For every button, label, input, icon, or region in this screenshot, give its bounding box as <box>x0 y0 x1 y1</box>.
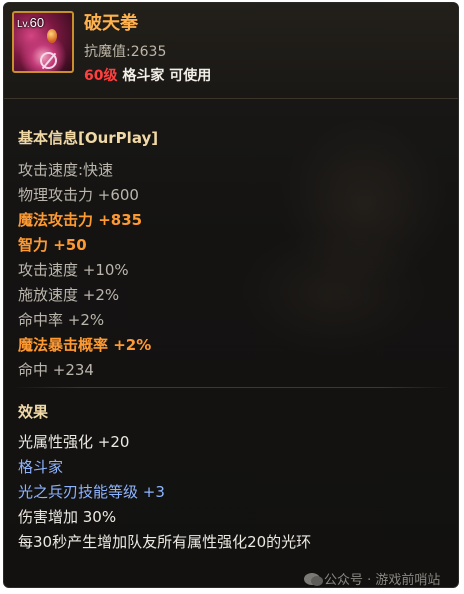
item-header: Lv.60 破天拳 抗魔值:2635 60级 格斗家 可使用 <box>4 3 458 99</box>
stat-line: 命中率 +2% <box>18 311 105 329</box>
effect-line: 每30秒产生增加队友所有属性强化20的光环 <box>18 533 312 551</box>
section-divider <box>14 387 450 388</box>
basic-info-title: 基本信息[OurPlay] <box>18 129 159 147</box>
stat-line: 攻击速度:快速 <box>18 161 114 179</box>
effect-line-skill: 光之兵刃技能等级 +3 <box>18 483 165 501</box>
effect-line-class: 格斗家 <box>18 458 64 476</box>
resistance-value: 抗魔值:2635 <box>84 44 167 60</box>
level-badge: Lv.60 <box>17 15 45 30</box>
required-class: 格斗家 可使用 <box>122 68 212 84</box>
stat-line: 施放速度 +2% <box>18 286 120 304</box>
fist-weapon-icon <box>40 52 57 69</box>
stat-line: 攻击速度 +10% <box>18 261 129 279</box>
stat-line: 智力 +50 <box>18 236 87 254</box>
required-level: 60级 <box>84 68 118 84</box>
item-tooltip: Lv.60 破天拳 抗魔值:2635 60级 格斗家 可使用 基本信息[OurP… <box>3 2 459 588</box>
wechat-icon <box>304 573 323 586</box>
watermark: 公众号 · 游戏前哨站 <box>304 569 440 588</box>
effects-title: 效果 <box>18 403 49 421</box>
stat-line: 魔法暴击概率 +2% <box>18 336 152 354</box>
equip-requirement: 60级 格斗家 可使用 <box>84 65 211 85</box>
effect-line: 伤害增加 30% <box>18 508 117 526</box>
effect-line: 光属性强化 +20 <box>18 433 130 451</box>
item-icon[interactable]: Lv.60 <box>12 11 74 73</box>
stat-line: 命中 +234 <box>18 361 94 379</box>
gem-icon <box>47 29 57 43</box>
stat-line: 魔法攻击力 +835 <box>18 211 143 229</box>
item-name: 破天拳 <box>84 13 138 34</box>
stat-line: 物理攻击力 +600 <box>18 186 139 204</box>
